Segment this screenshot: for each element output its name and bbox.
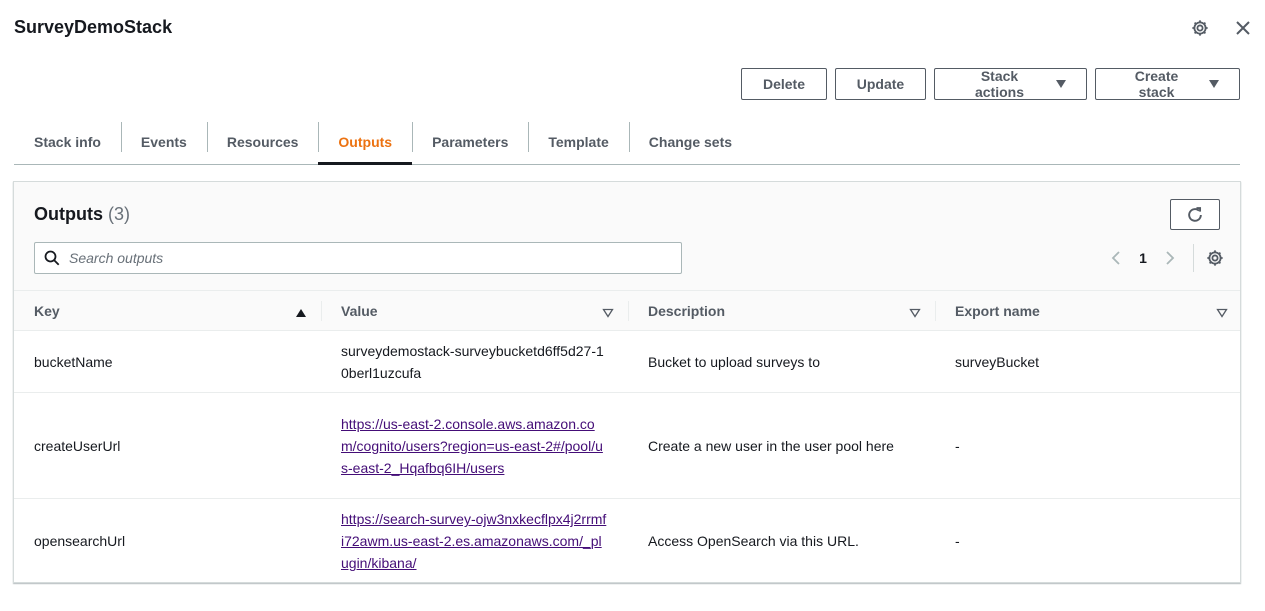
column-header-description[interactable]: Description [628, 290, 935, 331]
sort-filter-icon[interactable] [909, 305, 921, 321]
settings-icon[interactable] [1189, 17, 1211, 39]
column-label: Export name [955, 302, 1040, 319]
outputs-title-text: Outputs [34, 204, 103, 224]
cell-export-name: surveyBucket [935, 330, 1240, 393]
tab-template[interactable]: Template [528, 120, 628, 164]
tab-parameters[interactable]: Parameters [412, 120, 528, 164]
caret-down-icon [1056, 80, 1066, 88]
column-label: Description [648, 302, 726, 319]
column-header-key[interactable]: Key [14, 290, 321, 331]
pager-divider [1193, 244, 1194, 272]
cell-value: surveydemostack-surveybucketd6ff5d27-10b… [321, 330, 628, 393]
cell-export-name: - [935, 392, 1240, 499]
cell-description: Access OpenSearch via this URL. [648, 533, 859, 550]
sort-filter-icon[interactable] [1216, 305, 1228, 321]
chevron-right-icon[interactable] [1157, 244, 1183, 272]
stack-actions-toolbar: Delete Update Stack actions Create stack [741, 68, 1240, 100]
delete-button[interactable]: Delete [741, 68, 827, 100]
create-stack-label: Create stack [1134, 68, 1179, 100]
cell-description: Bucket to upload surveys to [628, 330, 935, 393]
cell-value: https://search-survey-ojw3nxkecflpx4j2rr… [321, 499, 628, 583]
refresh-icon [1188, 206, 1202, 222]
create-stack-button[interactable]: Create stack [1095, 68, 1240, 100]
caret-down-icon [1209, 80, 1219, 88]
search-input[interactable] [69, 244, 681, 272]
table-header-row: Key Value Description Export name [14, 290, 1240, 331]
column-label: Key [34, 302, 60, 319]
column-header-export-name[interactable]: Export name [935, 290, 1240, 331]
sort-filter-icon[interactable] [602, 305, 614, 321]
page-number[interactable]: 1 [1129, 250, 1157, 266]
table-row: createUserUrl https://us-east-2.console.… [14, 392, 1240, 499]
stack-actions-label: Stack actions [974, 68, 1024, 100]
search-icon [35, 243, 69, 273]
column-header-value[interactable]: Value [321, 290, 628, 331]
table-row: opensearchUrl https://search-survey-ojw3… [14, 499, 1240, 583]
cell-key: opensearchUrl [34, 533, 126, 550]
cell-key: createUserUrl [14, 392, 321, 499]
chevron-left-icon[interactable] [1103, 244, 1129, 272]
tab-resources[interactable]: Resources [206, 120, 319, 164]
outputs-header: Outputs (3) 1 [14, 182, 1240, 290]
pagination: 1 [1103, 244, 1226, 272]
update-button[interactable]: Update [835, 68, 926, 100]
outputs-count: (3) [108, 204, 131, 224]
cell-export-name: - [955, 533, 960, 550]
tab-change-sets[interactable]: Change sets [628, 120, 752, 164]
tab-outputs[interactable]: Outputs [318, 120, 412, 165]
stack-actions-button[interactable]: Stack actions [934, 68, 1087, 100]
outputs-table: Key Value Description Export name bucket… [14, 290, 1240, 583]
tab-stack-info[interactable]: Stack info [14, 120, 121, 164]
table-row: bucketName surveydemostack-surveybucketd… [14, 330, 1240, 393]
column-label: Value [341, 302, 378, 319]
settings-icon[interactable] [1204, 244, 1226, 272]
sort-ascending-icon[interactable] [295, 305, 307, 321]
close-icon[interactable] [1232, 17, 1254, 39]
cell-value: https://us-east-2.console.aws.amazon.com… [321, 392, 628, 499]
cell-description: Create a new user in the user pool here [628, 392, 935, 499]
opensearch-url-link[interactable]: https://search-survey-ojw3nxkecflpx4j2rr… [341, 511, 606, 571]
page-title: SurveyDemoStack [14, 17, 173, 37]
create-user-url-link[interactable]: https://us-east-2.console.aws.amazon.com… [341, 416, 603, 476]
outputs-panel: Outputs (3) 1 [13, 181, 1241, 583]
outputs-title: Outputs (3) [34, 204, 130, 225]
stack-tabs: Stack info Events Resources Outputs Para… [14, 120, 1240, 165]
search-outputs-field [34, 242, 682, 274]
refresh-button[interactable] [1170, 199, 1220, 230]
tab-events[interactable]: Events [120, 120, 207, 164]
cell-key: bucketName [14, 330, 321, 393]
